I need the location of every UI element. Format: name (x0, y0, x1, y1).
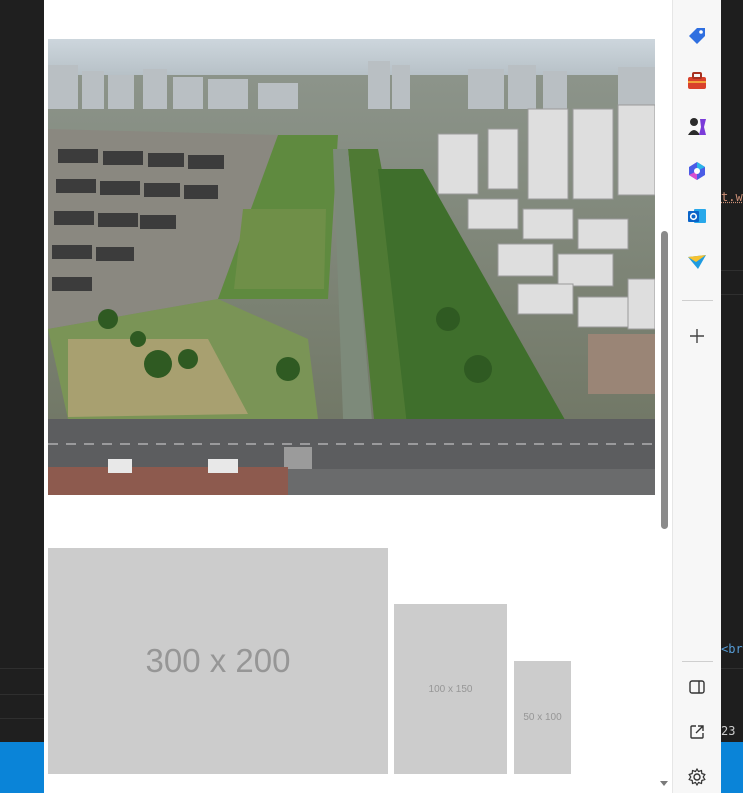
games-icon[interactable] (683, 112, 711, 140)
open-external-icon[interactable] (683, 718, 711, 746)
panel-divider (721, 294, 743, 295)
toolbox-icon[interactable] (683, 67, 711, 95)
aerial-photo (48, 39, 655, 495)
add-icon[interactable] (683, 322, 711, 350)
shopping-tag-icon[interactable] (683, 22, 711, 50)
browser-page[interactable]: 300 x 200 100 x 150 50 x 100 (44, 0, 672, 793)
sidebar-divider (682, 300, 713, 301)
placeholder-image-50x100: 50 x 100 (514, 661, 571, 774)
code-fragment: t.w (721, 190, 743, 204)
editor-background-left (0, 0, 44, 793)
code-fragment: 23 (721, 724, 736, 738)
code-fragment: <br (721, 642, 743, 656)
scrollbar-thumb[interactable] (661, 231, 668, 529)
vertical-scrollbar[interactable] (656, 0, 672, 793)
outlook-icon[interactable] (683, 202, 711, 230)
browser-sidebar (672, 0, 721, 793)
split-screen-icon[interactable] (683, 673, 711, 701)
placeholder-label: 50 x 100 (523, 712, 562, 723)
settings-icon[interactable] (683, 763, 711, 791)
panel-divider (721, 270, 743, 271)
panel-divider (0, 718, 44, 719)
placeholder-label: 300 x 200 (145, 642, 291, 679)
panel-divider (721, 668, 743, 669)
placeholder-image-300x200: 300 x 200 (48, 548, 388, 774)
panel-divider (0, 668, 44, 669)
editor-background-right: t.w <br 23 (721, 0, 743, 742)
panel-divider (0, 694, 44, 695)
copilot-icon[interactable] (683, 157, 711, 185)
scroll-down-arrow-icon[interactable] (660, 781, 668, 786)
placeholder-label: 100 x 150 (428, 683, 473, 695)
sidebar-divider (682, 661, 713, 662)
send-icon[interactable] (683, 248, 711, 276)
placeholder-image-100x150: 100 x 150 (394, 604, 507, 774)
